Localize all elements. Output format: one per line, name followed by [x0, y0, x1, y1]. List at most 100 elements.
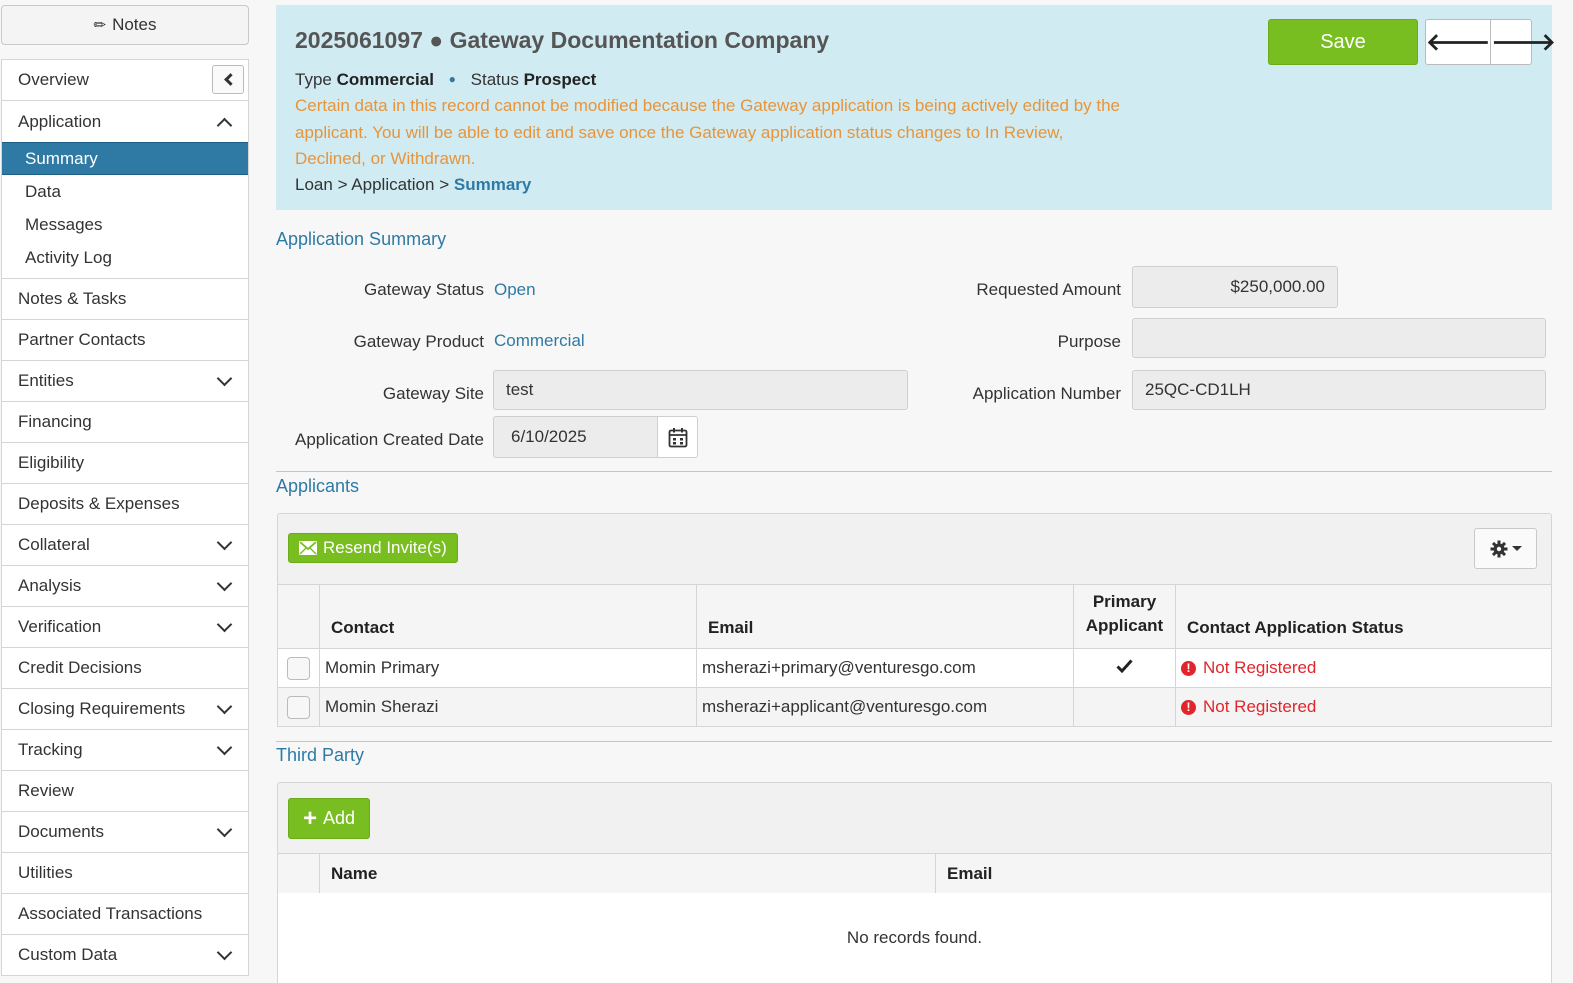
- sidebar-item-collateral[interactable]: Collateral: [2, 525, 248, 566]
- notes-label: Notes: [112, 15, 157, 34]
- row-select-cell: [277, 687, 320, 727]
- gateway-site-field[interactable]: test: [493, 370, 908, 410]
- sidebar-item-custom-data[interactable]: Custom Data: [2, 935, 248, 976]
- sidebar: ✏ Notes Overview Application Summary Dat…: [0, 0, 249, 978]
- breadcrumb-current: Summary: [453, 175, 532, 194]
- sidebar-item-associated-transactions[interactable]: Associated Transactions: [2, 894, 248, 935]
- chevron-down-icon: [216, 698, 233, 715]
- sidebar-item-documents[interactable]: Documents: [2, 812, 248, 853]
- sidebar-item-label: Credit Decisions: [18, 658, 142, 677]
- email-column-header[interactable]: Email: [696, 584, 1074, 649]
- sidebar-item-analysis[interactable]: Analysis: [2, 566, 248, 607]
- sidebar-subitem-summary[interactable]: Summary: [2, 142, 248, 175]
- sidebar-item-financing[interactable]: Financing: [2, 402, 248, 443]
- previous-record-button[interactable]: 🡐: [1426, 20, 1490, 64]
- application-number-field[interactable]: 25QC-CD1LH: [1132, 370, 1546, 410]
- breadcrumb-loan[interactable]: Loan: [295, 175, 333, 194]
- sidebar-subitem-label: Data: [25, 181, 61, 201]
- contact-cell: Momin Primary: [319, 648, 697, 688]
- select-column-header: [277, 853, 320, 895]
- chevron-down-icon: [216, 944, 233, 961]
- envelope-icon: [299, 541, 317, 555]
- caret-down-icon: [1511, 546, 1522, 551]
- application-number-label: Application Number: [972, 384, 1121, 403]
- sidebar-item-notes-and-tasks[interactable]: Notes & Tasks: [2, 279, 248, 320]
- arrow-left-icon: 🡐: [1426, 29, 1491, 56]
- row-checkbox[interactable]: [287, 695, 310, 719]
- applicants-table: Contact Email Primary Applicant Contact …: [277, 584, 1552, 727]
- sidebar-item-label: Tracking: [18, 740, 83, 759]
- gateway-status-value[interactable]: Open: [494, 280, 536, 300]
- purpose-field[interactable]: [1132, 318, 1546, 358]
- next-record-button[interactable]: 🡒: [1490, 20, 1556, 64]
- breadcrumb-application[interactable]: Application: [351, 175, 434, 194]
- primary-applicant-column-header[interactable]: Primary Applicant: [1073, 584, 1176, 649]
- chevron-down-icon: [216, 575, 233, 592]
- email-column-header[interactable]: Email: [935, 853, 1552, 895]
- sidebar-subitem-activity-log[interactable]: Activity Log: [2, 241, 248, 274]
- notes-button[interactable]: ✏ Notes: [1, 5, 249, 45]
- sidebar-item-label: Application: [18, 111, 102, 131]
- sidebar-item-label: Notes & Tasks: [18, 289, 127, 308]
- contact-column-header[interactable]: Contact: [319, 584, 697, 649]
- gateway-status-label: Gateway Status: [363, 280, 484, 299]
- sidebar-item-label: Deposits & Expenses: [18, 494, 180, 513]
- sidebar-item-credit-decisions[interactable]: Credit Decisions: [2, 648, 248, 689]
- sidebar-item-overview[interactable]: Overview: [2, 60, 248, 101]
- status-label: Status: [470, 70, 519, 89]
- status-cell: ! Not Registered: [1175, 648, 1552, 688]
- row-select-cell: [277, 648, 320, 688]
- status-column-header[interactable]: Contact Application Status: [1175, 584, 1552, 649]
- sidebar-item-label: Documents: [18, 822, 104, 841]
- record-header: 2025061097 ● Gateway Documentation Compa…: [276, 5, 1556, 210]
- gateway-product-label: Gateway Product: [353, 332, 484, 351]
- name-column-header[interactable]: Name: [319, 853, 936, 895]
- date-picker-button[interactable]: [657, 416, 698, 458]
- add-third-party-button[interactable]: + Add: [288, 798, 371, 839]
- sidebar-item-application[interactable]: Application: [2, 101, 248, 142]
- select-column-header: [277, 584, 320, 649]
- sidebar-item-partner-contacts[interactable]: Partner Contacts: [2, 320, 248, 361]
- chevron-down-icon: [216, 534, 233, 551]
- gear-icon: [1490, 540, 1507, 557]
- table-row[interactable]: Momin Sherazi msherazi+applicant@ventures…: [277, 687, 1552, 727]
- sidebar-item-closing-requirements[interactable]: Closing Requirements: [2, 689, 248, 730]
- status-badge: ! Not Registered: [1181, 697, 1546, 717]
- created-date-field[interactable]: 6/10/2025: [493, 416, 659, 458]
- application-summary-title: Application Summary: [276, 229, 447, 249]
- gateway-product-value[interactable]: Commercial: [494, 331, 585, 351]
- sidebar-item-label: Verification: [18, 617, 102, 636]
- save-button[interactable]: Save: [1268, 19, 1418, 65]
- record-meta: Type Commercial ● Status Prospect: [295, 70, 596, 90]
- sidebar-item-review[interactable]: Review: [2, 771, 248, 812]
- sidebar-subitem-label: Summary: [25, 148, 98, 168]
- sidebar-subitem-messages[interactable]: Messages: [2, 208, 248, 241]
- row-checkbox[interactable]: [287, 656, 310, 680]
- sidebar-item-utilities[interactable]: Utilities: [2, 853, 248, 894]
- requested-amount-field[interactable]: $250,000.00: [1132, 266, 1338, 308]
- checkmark-icon: [1116, 659, 1133, 674]
- sidebar-item-tracking[interactable]: Tracking: [2, 730, 248, 771]
- sidebar-item-label: Associated Transactions: [18, 904, 203, 923]
- chevron-down-icon: [216, 370, 233, 387]
- sidebar-subitem-label: Activity Log: [25, 247, 112, 267]
- collapse-sidebar-button[interactable]: [212, 65, 244, 94]
- gateway-site-label: Gateway Site: [382, 384, 484, 403]
- sidebar-item-label: Analysis: [18, 576, 82, 595]
- edit-lock-warning: Certain data in this record cannot be mo…: [295, 96, 1120, 168]
- third-party-title: Third Party: [276, 745, 365, 765]
- sidebar-item-verification[interactable]: Verification: [2, 607, 248, 648]
- sidebar-item-entities[interactable]: Entities: [2, 361, 248, 402]
- sidebar-subitem-data[interactable]: Data: [2, 175, 248, 208]
- resend-invites-label: Resend Invite(s): [323, 538, 447, 557]
- sidebar-item-eligibility[interactable]: Eligibility: [2, 443, 248, 484]
- chevron-down-icon: [216, 739, 233, 756]
- applicants-toolbar: [277, 513, 1552, 585]
- sidebar-item-deposits-and-expenses[interactable]: Deposits & Expenses: [2, 484, 248, 525]
- table-settings-button[interactable]: [1474, 528, 1537, 569]
- table-row[interactable]: Momin Primary msherazi+primary@venturesgo…: [277, 648, 1552, 688]
- sidebar-item-list: Notes & Tasks Partner Contacts Entities Fin…: [2, 279, 248, 976]
- resend-invites-button[interactable]: Resend Invite(s): [288, 533, 458, 563]
- record-nav-buttons: 🡐 🡒: [1425, 19, 1556, 65]
- applicants-title: Applicants: [276, 476, 360, 496]
